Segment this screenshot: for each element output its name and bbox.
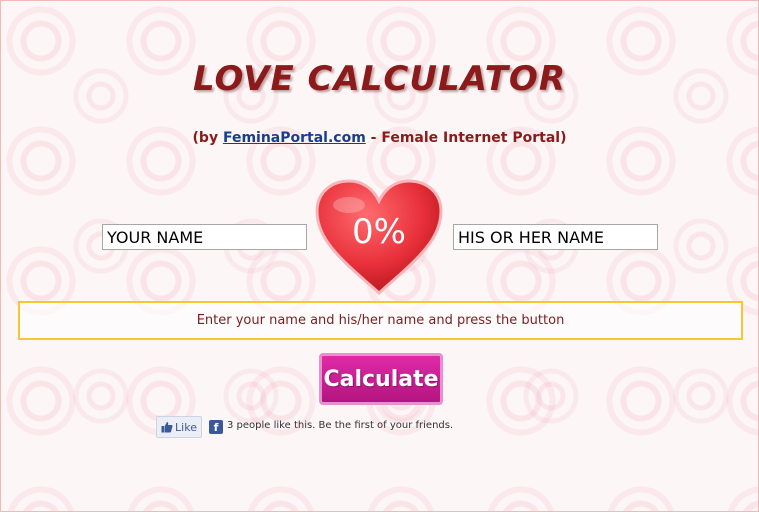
byline-prefix: (by	[192, 130, 223, 146]
like-label: Like	[175, 420, 197, 434]
facebook-icon: f	[209, 420, 223, 434]
byline: (by FeminaPortal.com - Female Internet P…	[1, 130, 758, 146]
your-name-input[interactable]	[102, 224, 307, 250]
love-percentage: 0%	[352, 212, 406, 252]
their-name-input[interactable]	[453, 224, 658, 250]
love-calculator-panel: LOVE CALCULATOR (by FeminaPortal.com - F…	[0, 0, 759, 512]
result-message: Enter your name and his/her name and pre…	[18, 301, 743, 340]
femina-portal-link[interactable]: FeminaPortal.com	[223, 130, 366, 146]
thumbs-up-icon	[161, 422, 173, 433]
facebook-like-button[interactable]: Like	[156, 416, 202, 438]
byline-suffix: - Female Internet Portal)	[365, 130, 567, 146]
calculate-button[interactable]: Calculate	[319, 353, 443, 405]
page-title: LOVE CALCULATOR	[192, 59, 566, 99]
facebook-like-count: 3 people like this. Be the first of your…	[227, 420, 454, 431]
